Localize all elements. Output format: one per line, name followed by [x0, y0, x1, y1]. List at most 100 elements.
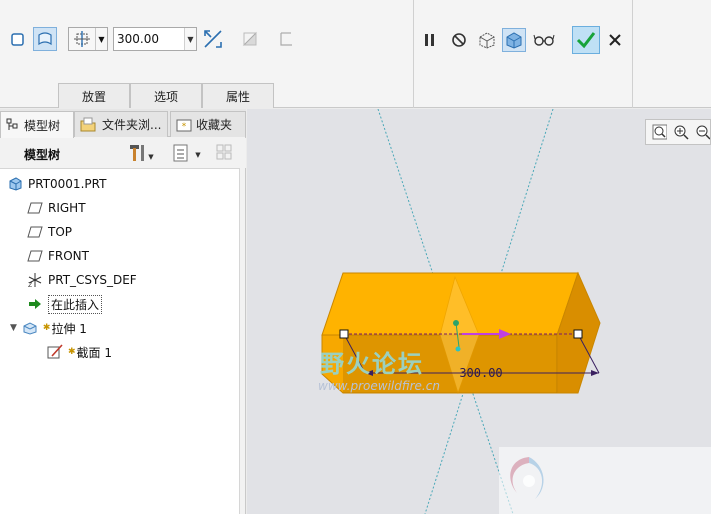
geometry-preview-button[interactable]: [475, 28, 499, 52]
tools-icon: ▼: [130, 145, 154, 161]
folder-icon: [80, 117, 98, 133]
tree-filter-button[interactable]: ▼: [170, 141, 204, 165]
depth-field[interactable]: ▼: [113, 27, 197, 51]
tree-item-label: PRT_CSYS_DEF: [48, 273, 137, 287]
feature-preview-button[interactable]: [502, 28, 526, 52]
new-feature-marker-icon: ✱: [68, 347, 76, 357]
tree-item-front[interactable]: FRONT: [26, 245, 89, 267]
tree-item-label: PRT0001.PRT: [28, 177, 107, 191]
tab-folder-browser-label: 文件夹浏...: [102, 118, 162, 132]
flip-direction-button[interactable]: [201, 27, 225, 51]
svg-text:▼: ▼: [195, 151, 201, 159]
verify-mode-button[interactable]: [532, 28, 556, 52]
tree-item-label: 拉伸 1: [51, 321, 87, 336]
remove-material-button[interactable]: [238, 27, 262, 51]
glasses-icon: [533, 34, 555, 46]
depth-input[interactable]: [114, 28, 184, 50]
depth-dropdown-arrow[interactable]: ▼: [184, 28, 196, 50]
columns-icon: [216, 144, 232, 160]
graphics-window[interactable]: 300.00: [247, 109, 711, 514]
collapse-triangle-icon[interactable]: ▼: [10, 323, 17, 333]
zoom-in-icon[interactable]: [673, 124, 689, 140]
tab-model-tree[interactable]: 模型树: [0, 111, 74, 138]
tree-item-label: TOP: [48, 225, 73, 239]
navigator-panel: 模型树 文件夹浏... * 收藏夹 模型树 ▼ ▼ PRT0001.PRT RI…: [0, 109, 246, 514]
drag-handle[interactable]: [339, 329, 349, 339]
sketch-icon: [46, 344, 64, 360]
wireframe-preview-icon: [479, 32, 495, 49]
view-toolbar: [645, 119, 711, 145]
cancel-button[interactable]: [603, 28, 627, 52]
ribbon: ▼ ▼ 放置 选项 属性: [0, 0, 711, 108]
tab-properties[interactable]: 属性: [202, 83, 274, 108]
svg-text:*: *: [182, 122, 187, 132]
surface-extrude-button[interactable]: [33, 27, 57, 51]
depth-option-dropdown[interactable]: ▼: [68, 27, 108, 51]
extrude-icon: [21, 320, 39, 336]
tree-item-insert-here[interactable]: 在此插入: [26, 293, 103, 315]
flip-direction-icon: [204, 30, 222, 48]
tree-item-extrude[interactable]: ▼ ✱ 拉伸 1: [10, 317, 87, 339]
tab-model-tree-label: 模型树: [24, 118, 61, 133]
tree-item-label: RIGHT: [48, 201, 86, 215]
show-list-icon: ▼: [173, 144, 201, 162]
thicken-icon: [280, 32, 292, 46]
pause-icon: [425, 34, 434, 46]
chevron-down-icon: ▼: [95, 28, 107, 50]
remove-material-icon: [242, 31, 257, 46]
tree-toolbar: 模型树 ▼ ▼: [0, 138, 246, 168]
thicken-sketch-button[interactable]: [274, 27, 298, 51]
model-tree-icon: [6, 118, 20, 132]
ok-button[interactable]: [572, 26, 600, 54]
no-preview-icon: [452, 33, 466, 47]
ribbon-separator: [632, 0, 633, 108]
tree-item-label: 在此插入: [48, 294, 103, 314]
surface-icon: [38, 32, 52, 46]
tab-folder-browser[interactable]: 文件夹浏...: [74, 111, 168, 137]
feature-preview-icon: [506, 32, 522, 49]
svg-text:Z: Z: [28, 282, 32, 288]
tab-placement[interactable]: 放置: [58, 83, 130, 108]
tab-favorites[interactable]: * 收藏夹: [170, 111, 246, 137]
depth-dimension-label[interactable]: 300.00: [459, 366, 502, 380]
navigator-tabs: 模型树 文件夹浏... * 收藏夹: [0, 109, 246, 138]
datum-plane-icon: [26, 200, 44, 216]
new-feature-marker-icon: ✱: [42, 323, 51, 333]
tree-item-label: 截面 1: [76, 345, 112, 360]
csys-origin-marker: [453, 320, 459, 326]
tree-columns-button[interactable]: [213, 141, 237, 165]
drag-handle[interactable]: [573, 329, 583, 339]
zoom-out-icon[interactable]: [695, 124, 710, 140]
model-tree: PRT0001.PRT RIGHT TOP FRONT Z PRT_CSYS_D…: [0, 168, 240, 514]
tab-options[interactable]: 选项: [130, 83, 202, 108]
tree-item-csys[interactable]: Z PRT_CSYS_DEF: [26, 269, 137, 291]
blind-depth-icon: [74, 31, 90, 47]
watermark-title: 野火论坛: [320, 350, 424, 378]
csys-marker: [455, 346, 461, 352]
tree-item-right[interactable]: RIGHT: [26, 197, 86, 219]
tree-settings-button[interactable]: ▼: [126, 141, 156, 165]
tree-title: 模型树: [24, 148, 61, 162]
refit-icon[interactable]: [652, 124, 668, 140]
insert-arrow-icon: [26, 296, 44, 312]
watermark-logo-icon: [510, 457, 544, 499]
datum-plane-icon: [26, 248, 44, 264]
tab-favorites-label: 收藏夹: [196, 118, 233, 132]
solid-icon: [11, 33, 24, 46]
csys-icon: Z: [26, 272, 44, 288]
pause-button[interactable]: [418, 28, 442, 52]
tree-item-section[interactable]: ✱ 截面 1: [46, 341, 112, 363]
solid-extrude-button[interactable]: [6, 27, 30, 51]
tree-item-part[interactable]: PRT0001.PRT: [6, 173, 106, 195]
part-icon: [6, 176, 24, 192]
no-preview-button[interactable]: [447, 28, 471, 52]
close-icon: [609, 34, 621, 46]
favorites-icon: *: [176, 118, 192, 132]
svg-text:▼: ▼: [148, 153, 154, 161]
watermark-url: www.proewildfire.cn: [318, 379, 440, 393]
tree-item-top[interactable]: TOP: [26, 221, 72, 243]
tree-item-label: FRONT: [48, 249, 89, 263]
checkmark-icon: [576, 32, 596, 49]
ribbon-separator: [413, 0, 414, 108]
datum-plane-icon: [26, 224, 44, 240]
